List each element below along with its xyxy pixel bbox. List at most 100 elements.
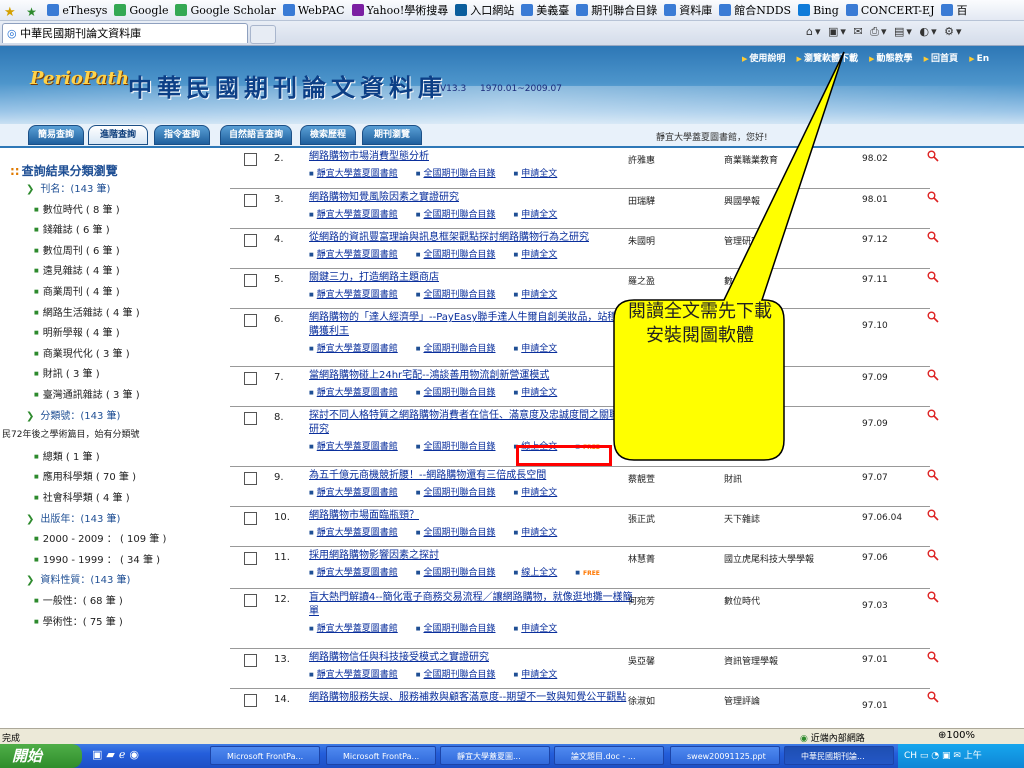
firefox-icon[interactable]: ◉ (129, 748, 143, 761)
library-holding-link[interactable]: 靜宜大學蓋夏圖書館 (309, 290, 398, 300)
result-title-link[interactable]: 網路購物服務失誤、服務補救與顧客滿意度--期望不一致與知覺公平觀點 (309, 691, 637, 705)
facet-item[interactable]: 臺灣通訊雜誌 ( 3 筆 ) (34, 386, 140, 401)
union-catalog-link[interactable]: 全國期刊聯合目錄 (416, 670, 495, 680)
favorite-link[interactable]: 百 (941, 0, 967, 20)
result-title-link[interactable]: 網路購物知覺風險因素之實證研究 (309, 191, 637, 205)
favorite-link[interactable]: CONCERT-EJ (845, 0, 934, 20)
fulltext-link[interactable]: 申請全文 (514, 169, 557, 179)
favorite-link[interactable]: Yahoo!學術搜尋 (351, 0, 448, 20)
taskbar-window-button[interactable]: 中華民國期刊論... (784, 746, 894, 765)
taskbar-window-button[interactable]: 論文題目.doc - ... (554, 746, 664, 765)
result-title-link[interactable]: 盲大熱門解讀4--簡化電子商務交易流程／讓網路購物，就像逛地攤一樣簡單 (309, 591, 637, 619)
facet-item[interactable]: 總類 ( 1 筆 ) (34, 448, 100, 463)
top-link-tutorial[interactable]: 動態教學 (869, 54, 912, 64)
fulltext-link[interactable]: 線上全文 (514, 568, 557, 578)
magnifier-icon[interactable] (927, 509, 939, 521)
result-title-link[interactable]: 採用網路購物影響因素之探討 (309, 549, 637, 563)
library-holding-link[interactable]: 靜宜大學蓋夏圖書館 (309, 568, 398, 578)
facet-item[interactable]: 1990 - 1999 ： ( 34 筆 ) (34, 551, 160, 566)
facet-item[interactable]: 遠見雜誌 ( 4 筆 ) (34, 262, 120, 277)
magnifier-icon[interactable] (927, 191, 939, 203)
result-title-link[interactable]: 關鍵三力，打造網路主題商店 (309, 271, 637, 285)
fulltext-link[interactable]: 申請全文 (514, 210, 557, 220)
result-title-link[interactable]: 從網路的資訊豐富理論與訊息框架觀點探討網路購物行為之研究 (309, 231, 637, 245)
union-catalog-link[interactable]: 全國期刊聯合目錄 (416, 169, 495, 179)
select-checkbox[interactable] (244, 372, 257, 385)
tools-gear-icon[interactable]: ⚙ (944, 25, 956, 38)
select-checkbox[interactable] (244, 552, 257, 565)
union-catalog-link[interactable]: 全國期刊聯合目錄 (416, 210, 495, 220)
top-link-english[interactable]: En (969, 54, 989, 64)
desktop-icon[interactable]: ▣ (92, 748, 106, 761)
result-title-link[interactable]: 網路購物市場消費型態分析 (309, 150, 637, 164)
facet-category[interactable]: 刊名：(143 筆) (26, 180, 110, 195)
library-holding-link[interactable]: 靜宜大學蓋夏圖書館 (309, 670, 398, 680)
fulltext-link[interactable]: 申請全文 (514, 488, 557, 498)
ie-icon[interactable]: ℯ (119, 748, 130, 761)
taskbar-window-button[interactable]: 靜宜大學蓋夏圖... (440, 746, 550, 765)
library-holding-link[interactable]: 靜宜大學蓋夏圖書館 (309, 488, 398, 498)
library-holding-link[interactable]: 靜宜大學蓋夏圖書館 (309, 250, 398, 260)
library-holding-link[interactable]: 靜宜大學蓋夏圖書館 (309, 210, 398, 220)
facet-item[interactable]: 錢雜誌 ( 6 筆 ) (34, 221, 110, 236)
magnifier-icon[interactable] (927, 369, 939, 381)
union-catalog-link[interactable]: 全國期刊聯合目錄 (416, 488, 495, 498)
browser-tab[interactable]: ◎ 中華民國期刊論文資料庫 (2, 23, 248, 43)
taskbar-window-button[interactable]: Microsoft FrontPa... (210, 746, 320, 765)
fulltext-link[interactable]: 申請全文 (514, 344, 557, 354)
fulltext-link[interactable]: 申請全文 (514, 250, 557, 260)
feeds-icon[interactable]: ▣ (828, 25, 840, 38)
magnifier-icon[interactable] (927, 591, 939, 603)
home-icon[interactable]: ⌂ (806, 25, 815, 38)
select-checkbox[interactable] (244, 194, 257, 207)
site-logo[interactable]: PerioPath (30, 68, 129, 89)
facet-category[interactable]: 出版年：(143 筆) (26, 510, 120, 525)
result-title-link[interactable]: 網路購物市場面臨瓶頸？ (309, 509, 637, 523)
facet-item[interactable]: 網路生活雜誌 ( 4 筆 ) (34, 304, 140, 319)
favorite-link[interactable]: eThesys (47, 0, 107, 20)
facet-item[interactable]: 應用科學類 ( 70 筆 ) (34, 468, 136, 483)
select-checkbox[interactable] (244, 512, 257, 525)
favorite-link[interactable]: 入口網站 (455, 0, 514, 20)
favorite-link[interactable]: 期刊聯合目錄 (576, 0, 657, 20)
taskbar-window-button[interactable]: swew20091125.ppt (670, 746, 780, 765)
result-title-link[interactable]: 為五千億元商機競折腰！--網路購物還有三倍成長空間 (309, 469, 637, 483)
facet-item[interactable]: 2000 - 2009 ： ( 109 筆 ) (34, 530, 167, 545)
favorites-star-icon[interactable]: ★ (4, 3, 16, 20)
magnifier-icon[interactable] (927, 271, 939, 283)
library-holding-link[interactable]: 靜宜大學蓋夏圖書館 (309, 528, 398, 538)
favorite-link[interactable]: Bing (798, 0, 839, 20)
top-link-help[interactable]: 使用說明 (742, 54, 785, 64)
tab-advanced-search[interactable]: 進階查詢 (88, 125, 148, 145)
page-icon[interactable]: ▤ (894, 25, 906, 38)
facet-item[interactable]: 明新學報 ( 4 筆 ) (34, 324, 120, 339)
facet-category[interactable]: 分類號：(143 筆) (26, 407, 120, 422)
union-catalog-link[interactable]: 全國期刊聯合目錄 (416, 250, 495, 260)
fulltext-link[interactable]: 申請全文 (514, 388, 557, 398)
magnifier-icon[interactable] (927, 469, 939, 481)
select-checkbox[interactable] (244, 314, 257, 327)
print-icon[interactable]: ⎙ (870, 25, 881, 38)
fulltext-link[interactable]: 申請全文 (514, 528, 557, 538)
favorite-link[interactable]: Google Scholar (175, 0, 276, 20)
tab-simple-search[interactable]: 簡易查詢 (28, 125, 84, 145)
magnifier-icon[interactable] (927, 409, 939, 421)
library-holding-link[interactable]: 靜宜大學蓋夏圖書館 (309, 388, 398, 398)
select-checkbox[interactable] (244, 654, 257, 667)
union-catalog-link[interactable]: 全國期刊聯合目錄 (416, 344, 495, 354)
top-link-home[interactable]: 回首頁 (924, 54, 958, 64)
result-title-link[interactable]: 探討不同人格特質之網路購物消費者在信任、滿意度及忠誠度間之關聯性研究 (309, 409, 637, 437)
favorite-link[interactable]: 美義臺 (521, 0, 569, 20)
tab-natural-language-search[interactable]: 自然語言查詢 (220, 125, 292, 145)
facet-item[interactable]: 學術性：( 75 筆 ) (34, 613, 123, 628)
facet-item[interactable]: 數位周刊 ( 6 筆 ) (34, 242, 120, 257)
top-link-viewer-download[interactable]: 瀏覽軟體下載 (797, 54, 858, 64)
favorite-link[interactable]: 資料庫 (664, 0, 712, 20)
select-checkbox[interactable] (244, 153, 257, 166)
union-catalog-link[interactable]: 全國期刊聯合目錄 (416, 290, 495, 300)
select-checkbox[interactable] (244, 234, 257, 247)
result-title-link[interactable]: 網路購物的「達人經濟學」--PayEasy聯手達人牛爾自創美妝品，站穩網購獲利王 (309, 311, 637, 339)
result-title-link[interactable]: 網路購物信任與科技接受模式之實證研究 (309, 651, 637, 665)
facet-item[interactable]: 財訊 ( 3 筆 ) (34, 365, 100, 380)
select-checkbox[interactable] (244, 694, 257, 707)
